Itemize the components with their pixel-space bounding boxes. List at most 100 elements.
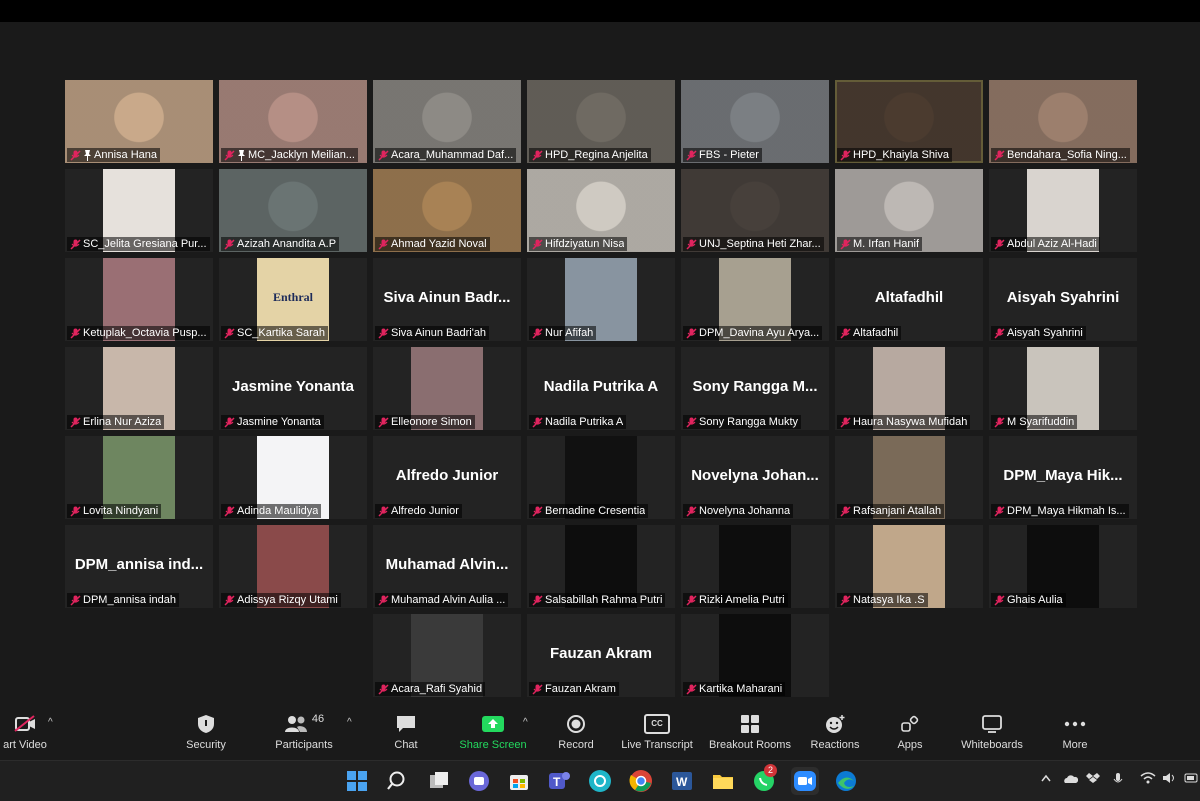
- participant-name: Acara_Rafi Syahid: [391, 683, 483, 695]
- participant-name-label: Ghais Aulia: [991, 593, 1066, 607]
- participant-name: Elleonore Simon: [391, 416, 472, 428]
- more-button[interactable]: More: [1055, 713, 1095, 751]
- microphone-icon[interactable]: [1112, 772, 1124, 789]
- edge-icon[interactable]: [834, 769, 858, 793]
- participant-tile[interactable]: Aisyah Syahrini Aisyah Syahrini: [989, 258, 1137, 341]
- participant-tile[interactable]: Bendahara_Sofia Ning...: [989, 80, 1137, 163]
- participants-options-caret[interactable]: ^: [347, 717, 352, 728]
- participant-tile[interactable]: M Syarifuddin: [989, 347, 1137, 430]
- tray-chevron-icon[interactable]: [1040, 772, 1052, 787]
- participant-tile[interactable]: HPD_Regina Anjelita: [527, 80, 675, 163]
- participant-tile[interactable]: SC_Jelita Gresiana Pur...: [65, 169, 213, 252]
- muted-mic-icon: [532, 416, 543, 428]
- participant-tile[interactable]: UNJ_Septina Heti Zhar...: [681, 169, 829, 252]
- participant-tile[interactable]: Lovita Nindyani: [65, 436, 213, 519]
- whiteboards-button[interactable]: Whiteboards: [954, 713, 1030, 751]
- share-screen-button[interactable]: Share Screen: [455, 713, 531, 751]
- participant-tile[interactable]: Annisa Hana: [65, 80, 213, 163]
- zoom-icon[interactable]: [791, 767, 819, 795]
- share-screen-icon: [482, 716, 504, 732]
- video-options-caret[interactable]: ^: [48, 717, 53, 728]
- participant-tile[interactable]: Nur Afifah: [527, 258, 675, 341]
- participant-tile[interactable]: Rafsanjani Atallah: [835, 436, 983, 519]
- participant-tile[interactable]: Fauzan Akram Fauzan Akram: [527, 614, 675, 697]
- canva-icon[interactable]: [588, 769, 612, 793]
- record-button[interactable]: Record: [553, 713, 599, 751]
- participant-tile[interactable]: Ghais Aulia: [989, 525, 1137, 608]
- participant-tile[interactable]: DPM_annisa ind... DPM_annisa indah: [65, 525, 213, 608]
- participant-name: Nur Afifah: [545, 327, 594, 339]
- participant-tile[interactable]: Novelyna Johan... Novelyna Johanna: [681, 436, 829, 519]
- participant-tile[interactable]: Acara_Muhammad Daf...: [373, 80, 521, 163]
- participant-tile[interactable]: MC_Jacklyn Meilian...: [219, 80, 367, 163]
- task-view-icon[interactable]: [427, 769, 451, 793]
- security-button[interactable]: Security: [175, 713, 237, 751]
- participant-tile[interactable]: Haura Nasywa Mufidah: [835, 347, 983, 430]
- participant-tile[interactable]: Sony Rangga M... Sony Rangga Mukty: [681, 347, 829, 430]
- participant-tile[interactable]: Adissya Rizqy Utami: [219, 525, 367, 608]
- participant-tile[interactable]: Salsabillah Rahma Putri: [527, 525, 675, 608]
- participant-tile[interactable]: Muhamad Alvin... Muhamad Alvin Aulia ...: [373, 525, 521, 608]
- participant-tile[interactable]: Adinda Maulidya: [219, 436, 367, 519]
- chat-button[interactable]: Chat: [386, 713, 426, 751]
- participant-name: Fauzan Akram: [545, 683, 616, 695]
- participants-button[interactable]: 46 Participants: [268, 713, 340, 751]
- participant-tile[interactable]: Hifdziyatun Nisa: [527, 169, 675, 252]
- participant-tile[interactable]: Elleonore Simon: [373, 347, 521, 430]
- muted-mic-icon: [532, 327, 543, 339]
- muted-mic-icon: [532, 149, 543, 161]
- live-transcript-button[interactable]: CC Live Transcript: [616, 713, 698, 751]
- breakout-rooms-button[interactable]: Breakout Rooms: [705, 713, 795, 751]
- participant-name: Haura Nasywa Mufidah: [853, 416, 968, 428]
- participant-tile[interactable]: Rizki Amelia Putri: [681, 525, 829, 608]
- volume-icon[interactable]: [1162, 772, 1176, 787]
- share-options-caret[interactable]: ^: [523, 717, 528, 728]
- dropbox-icon[interactable]: [1086, 772, 1100, 787]
- participant-tile[interactable]: DPM_Maya Hik... DPM_Maya Hikmah Is...: [989, 436, 1137, 519]
- participant-name: Rafsanjani Atallah: [853, 505, 942, 517]
- participant-tile[interactable]: HPD_Khaiyla Shiva: [835, 80, 983, 163]
- onedrive-icon[interactable]: [1062, 772, 1079, 787]
- participant-tile[interactable]: M. Irfan Hanif: [835, 169, 983, 252]
- participant-tile[interactable]: Enthral SC_Kartika Sarah: [219, 258, 367, 341]
- reactions-icon: [826, 715, 845, 733]
- closed-caption-icon: CC: [644, 714, 670, 734]
- chrome-icon[interactable]: [629, 769, 653, 793]
- participant-tile[interactable]: Azizah Anandita A.P: [219, 169, 367, 252]
- participant-tile[interactable]: Bernadine Cresentia: [527, 436, 675, 519]
- apps-button[interactable]: Apps: [890, 713, 930, 751]
- participant-tile[interactable]: FBS - Pieter: [681, 80, 829, 163]
- file-explorer-icon[interactable]: [711, 769, 735, 793]
- teams-icon[interactable]: T: [547, 769, 571, 793]
- participant-tile[interactable]: Abdul Aziz Al-Hadi: [989, 169, 1137, 252]
- windows-start-icon[interactable]: [345, 769, 369, 793]
- participant-tile[interactable]: Kartika Maharani: [681, 614, 829, 697]
- participant-name: Lovita Nindyani: [83, 505, 159, 517]
- participant-tile[interactable]: Siva Ainun Badr... Siva Ainun Badri'ah: [373, 258, 521, 341]
- chat-label: Chat: [394, 739, 418, 751]
- participant-tile[interactable]: Alfredo Junior Alfredo Junior: [373, 436, 521, 519]
- participant-tile[interactable]: Jasmine Yonanta Jasmine Yonanta: [219, 347, 367, 430]
- store-icon[interactable]: [507, 769, 531, 793]
- participant-tile[interactable]: Nadila Putrika A Nadila Putrika A: [527, 347, 675, 430]
- word-icon[interactable]: W: [670, 769, 694, 793]
- participants-icon: [284, 716, 307, 732]
- participant-tile[interactable]: Erlina Nur Aziza: [65, 347, 213, 430]
- participant-tile[interactable]: Ahmad Yazid Noval: [373, 169, 521, 252]
- search-icon[interactable]: [386, 769, 410, 793]
- participant-tile[interactable]: Acara_Rafi Syahid: [373, 614, 521, 697]
- participant-tile[interactable]: Ketuplak_Octavia Pusp...: [65, 258, 213, 341]
- teams-chat-icon[interactable]: [467, 769, 491, 793]
- participant-tile[interactable]: DPM_Davina Ayu Arya...: [681, 258, 829, 341]
- battery-icon[interactable]: [1184, 772, 1200, 787]
- breakout-rooms-label: Breakout Rooms: [709, 739, 791, 751]
- participant-tile[interactable]: Natasya Ika .S: [835, 525, 983, 608]
- muted-mic-icon: [532, 683, 543, 695]
- muted-mic-icon: [70, 416, 81, 428]
- reactions-button[interactable]: Reactions: [806, 713, 864, 751]
- participant-tile[interactable]: Altafadhil Altafadhil: [835, 258, 983, 341]
- muted-mic-icon: [224, 505, 235, 517]
- window-top-bar: [0, 0, 1200, 22]
- wifi-icon[interactable]: [1140, 772, 1156, 787]
- participant-name: Annisa Hana: [94, 149, 157, 161]
